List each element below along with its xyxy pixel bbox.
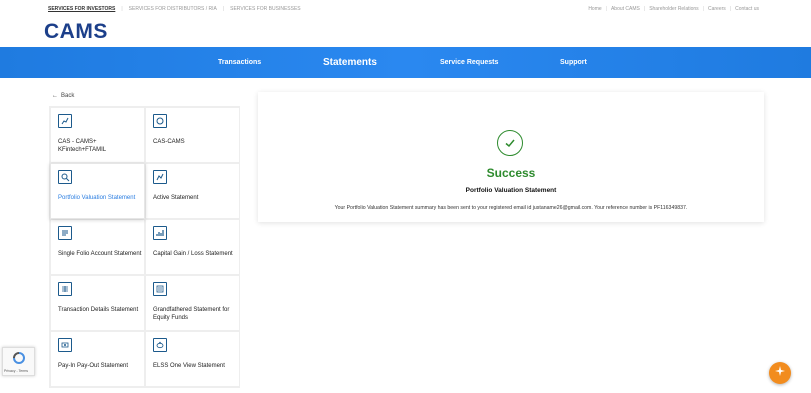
divider: | [702, 6, 704, 12]
nav-service-requests[interactable]: Service Requests [440, 47, 498, 78]
tile-cas-cams-kfintech[interactable]: CAS - CAMS+ KFintech+FTAMIL [50, 107, 145, 163]
document-chart-icon [58, 114, 72, 128]
back-link[interactable]: ← Back [52, 93, 74, 99]
careers-link[interactable]: Careers [708, 6, 726, 12]
sparkle-chat-icon [774, 364, 786, 382]
tile-elss-one-view[interactable]: ELSS One View Statement [145, 331, 240, 387]
tile-label: Active Statement [153, 195, 199, 201]
document-grid-icon [58, 282, 72, 296]
divider: | [605, 6, 607, 12]
tile-cas-cams[interactable]: CAS-CAMS [145, 107, 240, 163]
tile-label: Transaction Details Statement [58, 307, 139, 313]
tile-label: Pay-In Pay-Out Statement [58, 363, 129, 369]
about-cams-link[interactable]: About CAMS [611, 6, 640, 12]
nav-support[interactable]: Support [560, 47, 587, 78]
shareholder-relations-link[interactable]: Shareholder Relations [649, 6, 698, 12]
nav-statements[interactable]: Statements [323, 47, 377, 78]
services-for-investors-link[interactable]: SERVICES FOR INVESTORS [48, 6, 115, 12]
document-chart-icon [153, 170, 167, 184]
back-label: Back [61, 93, 75, 99]
top-utility-bar: SERVICES FOR INVESTORS | SERVICES FOR DI… [0, 0, 811, 18]
tile-active-statement[interactable]: Active Statement [145, 163, 240, 219]
document-list-icon [153, 282, 167, 296]
document-search-icon [58, 170, 72, 184]
document-money-icon [58, 338, 72, 352]
tile-label: Single Folio Account Statement [58, 251, 142, 257]
divider: | [222, 6, 225, 12]
audience-links: SERVICES FOR INVESTORS | SERVICES FOR DI… [48, 6, 301, 12]
tile-label: Grandfathered Statement for Equity Funds [153, 307, 230, 321]
document-shield-icon [153, 114, 167, 128]
home-link[interactable]: Home [588, 6, 601, 12]
tile-pay-in-pay-out[interactable]: Pay-In Pay-Out Statement [50, 331, 145, 387]
tile-label: Capital Gain / Loss Statement [153, 251, 233, 257]
tile-capital-gain-loss[interactable]: Capital Gain / Loss Statement [145, 219, 240, 275]
divider: | [643, 6, 646, 12]
tile-transaction-details[interactable]: Transaction Details Statement [50, 275, 145, 331]
success-heading: Success [486, 166, 536, 180]
tile-portfolio-valuation[interactable]: Portfolio Valuation Statement [50, 163, 145, 219]
tile-label: CAS-CAMS [153, 139, 185, 145]
statement-type-grid: CAS - CAMS+ KFintech+FTAMIL CAS-CAMS Por… [49, 106, 240, 388]
tile-grandfathered[interactable]: Grandfathered Statement for Equity Funds [145, 275, 240, 331]
statement-title: Portfolio Valuation Statement [465, 187, 557, 194]
main-navbar: Transactions Statements Service Requests… [0, 47, 811, 78]
piggy-bank-icon [153, 338, 167, 352]
document-lines-icon [58, 226, 72, 240]
cams-logo[interactable]: CAMS [44, 20, 108, 44]
tile-single-folio[interactable]: Single Folio Account Statement [50, 219, 145, 275]
bar-chart-icon [153, 226, 167, 240]
utility-links: Home | About CAMS | Shareholder Relation… [588, 6, 759, 12]
arrow-left-icon: ← [52, 93, 58, 99]
nav-transactions[interactable]: Transactions [218, 47, 261, 78]
recaptcha-terms[interactable]: Privacy - Terms [4, 369, 28, 373]
recaptcha-badge[interactable]: Privacy - Terms [2, 347, 35, 376]
tile-label: ELSS One View Statement [153, 363, 225, 369]
divider: | [729, 6, 732, 12]
contact-us-link[interactable]: Contact us [735, 6, 759, 12]
tile-label: CAS - CAMS+ KFintech+FTAMIL [58, 139, 107, 153]
success-card: Success Portfolio Valuation Statement Yo… [258, 92, 764, 222]
services-for-businesses-link[interactable]: SERVICES FOR BUSINESSES [230, 6, 300, 12]
tile-label: Portfolio Valuation Statement [58, 195, 136, 201]
divider: | [121, 6, 123, 12]
confirmation-message: Your Portfolio Valuation Statement summa… [334, 205, 688, 211]
services-for-distributors-link[interactable]: SERVICES FOR DISTRIBUTORS / RIA [129, 6, 217, 12]
recaptcha-icon [12, 351, 26, 365]
checkmark-circle-icon [497, 130, 523, 156]
chat-widget-button[interactable] [769, 362, 791, 384]
